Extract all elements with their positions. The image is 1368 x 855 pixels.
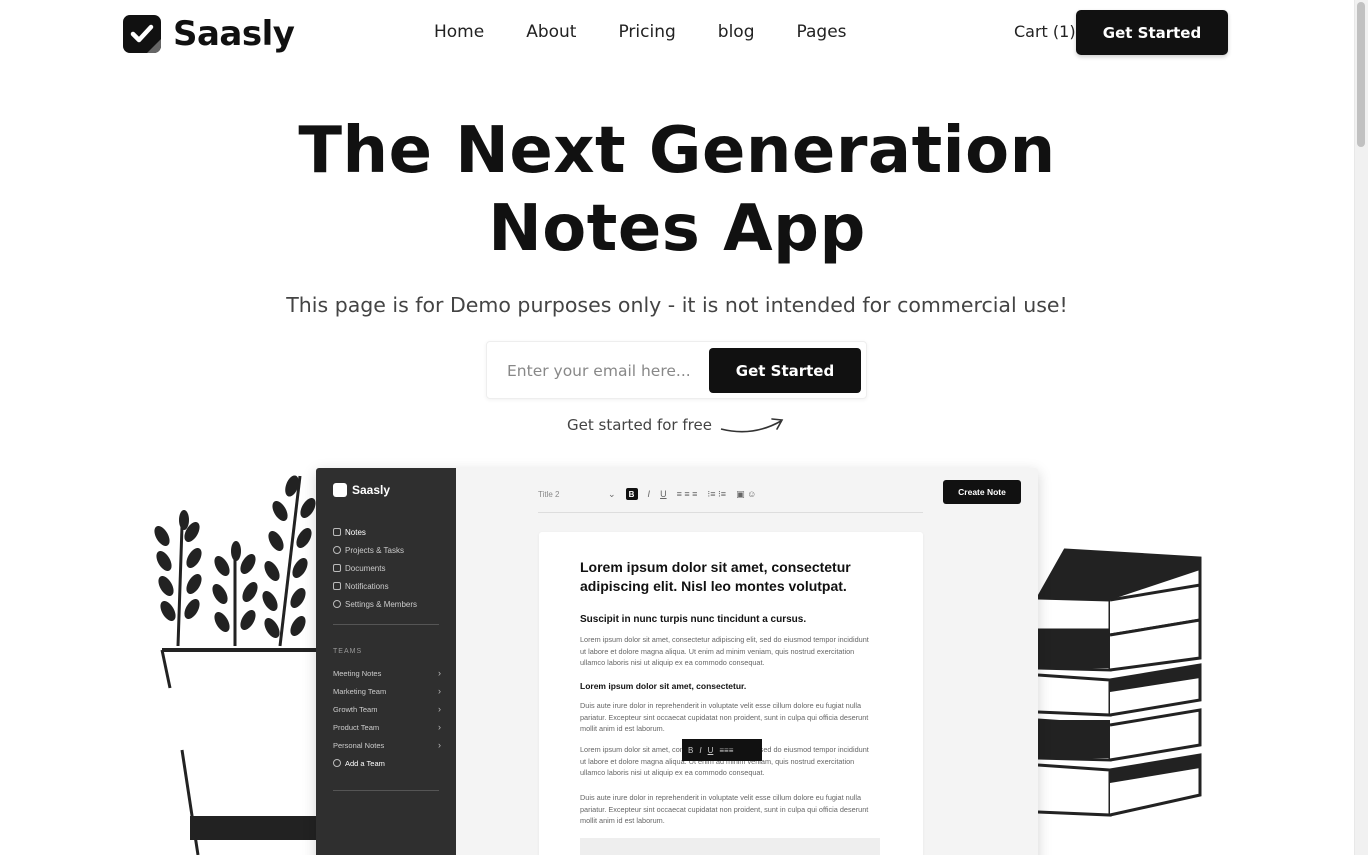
checkmark-icon (333, 483, 347, 497)
floating-format-bar: B I U ≡≡≡ (682, 739, 762, 761)
doc-title: Lorem ipsum dolor sit amet, consectetur … (580, 559, 851, 594)
menu-label: Documents (345, 563, 386, 573)
preview-menu-projects: Projects & Tasks (333, 541, 417, 559)
chevron-right-icon: › (438, 668, 441, 678)
doc-subheading: Lorem ipsum dolor sit amet, consectetur. (580, 681, 747, 691)
main-nav: Home About Pricing blog Pages (434, 22, 847, 42)
team-label: Growth Team (333, 704, 378, 714)
scrollbar-thumb[interactable] (1357, 2, 1365, 147)
brand-logo[interactable]: Saasly (123, 14, 295, 54)
preview-brand: Saasly (352, 483, 391, 497)
preview-document: Lorem ipsum dolor sit amet, consectetur … (539, 532, 923, 855)
bell-icon (333, 582, 341, 590)
preview-menu-settings: Settings & Members (333, 595, 417, 613)
hero-title: The Next Generation Notes App (0, 112, 1354, 268)
style-select: Title 2 (538, 489, 560, 499)
gear-icon (333, 600, 341, 608)
image-emoji-icons: ▣ ☺ (736, 488, 757, 499)
preview-menu-notifications: Notifications (333, 577, 417, 595)
create-note-button: Create Note (943, 480, 1021, 504)
menu-label: Notes (345, 527, 366, 537)
preview-menu-documents: Documents (333, 559, 417, 577)
divider (333, 624, 439, 625)
note-icon (333, 528, 341, 536)
align-icons: ≡≡≡ (719, 745, 734, 755)
doc-block (580, 838, 880, 855)
team-item: Marketing Team › (333, 682, 441, 700)
preview-toolbar: Title 2 ⌄ B I U ≡ ≡ ≡ ⁝≡ ⁝≡ ▣ ☺ (538, 486, 958, 502)
app-preview: Saasly Notes Projects & Tasks Documents … (316, 468, 1038, 855)
email-input[interactable] (507, 356, 697, 386)
underline-icon: U (660, 489, 667, 499)
chevron-right-icon: › (438, 686, 441, 696)
preview-teams: Meeting Notes › Marketing Team › Growth Te… (333, 664, 441, 772)
add-team: Add a Team (333, 754, 441, 772)
cart-link[interactable]: Cart (1) (1014, 22, 1076, 41)
menu-label: Settings & Members (345, 599, 418, 609)
preview-menu: Notes Projects & Tasks Documents Notific… (333, 523, 417, 613)
team-label: Product Team (333, 722, 380, 732)
curved-arrow-icon (720, 418, 784, 433)
plant-illustration (154, 475, 320, 855)
teams-label: TEAMS (333, 648, 363, 655)
hero-title-line2: Notes App (488, 192, 866, 266)
brand-name: Saasly (173, 14, 295, 54)
signup-form: Get Started (486, 341, 867, 399)
free-note: Get started for free (567, 416, 712, 434)
chevron-right-icon: › (438, 704, 441, 714)
toolbar-divider (538, 512, 923, 513)
menu-label: Notifications (345, 581, 389, 591)
doc-paragraph: Duis aute irure dolor in reprehenderit i… (580, 793, 869, 825)
menu-label: Projects & Tasks (345, 545, 404, 555)
team-item: Growth Team › (333, 700, 441, 718)
doc-paragraph: Duis aute irure dolor in reprehenderit i… (580, 701, 869, 733)
doc-heading: Suscipit in nunc turpis nunc tincidunt a… (580, 614, 807, 625)
team-label: Meeting Notes (333, 668, 382, 678)
preview-sidebar: Saasly Notes Projects & Tasks Documents … (316, 468, 456, 855)
get-started-button[interactable]: Get Started (1076, 10, 1228, 55)
team-item: Personal Notes › (333, 736, 441, 754)
checkmark-icon (123, 15, 161, 53)
nav-pages[interactable]: Pages (797, 22, 847, 42)
add-team-label: Add a Team (345, 758, 385, 768)
hero-subtitle: This page is for Demo purposes only - it… (286, 293, 1068, 317)
italic-icon: I (699, 745, 702, 755)
team-item: Meeting Notes › (333, 664, 441, 682)
page-scrollbar[interactable] (1354, 0, 1368, 855)
nav-home[interactable]: Home (434, 22, 484, 42)
preview-menu-notes: Notes (333, 523, 417, 541)
list-icons: ⁝≡ ⁝≡ (707, 488, 727, 499)
chevron-down-icon: ⌄ (608, 488, 616, 499)
align-icons: ≡ ≡ ≡ (676, 489, 698, 499)
preview-logo: Saasly (333, 483, 390, 497)
team-item: Product Team › (333, 718, 441, 736)
italic-icon: I (647, 489, 651, 499)
chevron-right-icon: › (438, 740, 441, 750)
bold-icon: B (625, 488, 638, 500)
bold-icon: B (688, 745, 694, 755)
document-icon (333, 564, 341, 572)
chevron-right-icon: › (438, 722, 441, 732)
signup-button[interactable]: Get Started (709, 348, 861, 393)
divider (333, 790, 439, 791)
nav-pricing[interactable]: Pricing (618, 22, 675, 42)
team-label: Marketing Team (333, 686, 387, 696)
doc-paragraph: Lorem ipsum dolor sit amet, consectetur … (580, 635, 869, 667)
books-illustration (1035, 548, 1202, 817)
hero-title-line1: The Next Generation (298, 114, 1056, 188)
plus-circle-icon (333, 759, 341, 767)
check-circle-icon (333, 546, 341, 554)
team-label: Personal Notes (333, 740, 385, 750)
nav-about[interactable]: About (526, 22, 576, 42)
underline-icon: U (707, 745, 714, 755)
nav-blog[interactable]: blog (718, 22, 755, 42)
